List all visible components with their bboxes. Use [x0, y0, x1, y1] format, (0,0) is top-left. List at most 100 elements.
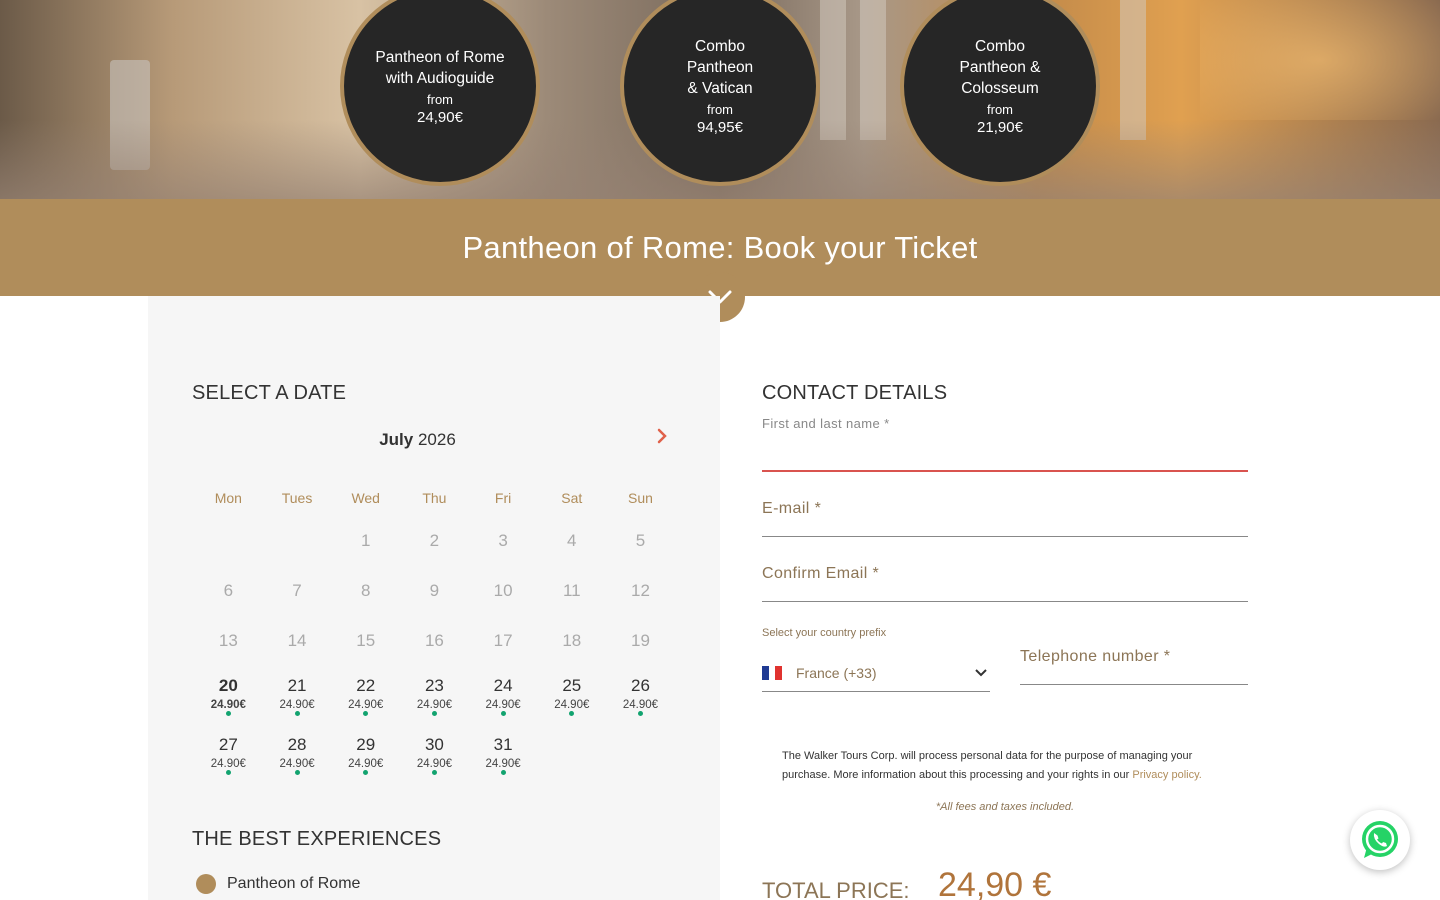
telephone-input[interactable]: Telephone number * — [1020, 648, 1248, 685]
weekday-label: Mon — [214, 490, 242, 506]
privacy-notice: The Walker Tours Corp. will process pers… — [782, 747, 1232, 785]
availability-dot — [294, 711, 300, 716]
privacy-policy-link[interactable]: Privacy policy. — [1132, 769, 1201, 781]
availability-dot — [431, 711, 437, 716]
day-number: 26 — [631, 676, 650, 695]
email-input[interactable]: E-mail * — [762, 500, 1248, 537]
calendar-day-disabled: 4 — [567, 531, 577, 550]
availability-dot — [225, 770, 231, 775]
day-price: 24.90€ — [554, 699, 590, 711]
calendar-day-available[interactable]: 30 24.90€ — [400, 735, 469, 794]
product-price: 24,90€ — [417, 108, 463, 126]
calendar-empty-cell — [263, 531, 332, 581]
day-number: 25 — [562, 676, 582, 695]
product-from-label: from — [427, 91, 453, 107]
availability-dot — [569, 711, 575, 716]
calendar-day-disabled: 13 — [218, 631, 238, 650]
calendar-weekdays: Mon Tues Wed Thu Fri Sat Sun — [194, 484, 675, 512]
availability-dot — [363, 770, 369, 775]
calendar-day-disabled: 2 — [429, 531, 440, 550]
day-price: 24.90€ — [485, 699, 521, 711]
day-price: 24.90€ — [416, 699, 452, 711]
calendar-day-disabled: 19 — [631, 631, 650, 650]
availability-dot — [500, 770, 506, 775]
contact-details-heading: CONTACT DETAILS — [762, 382, 948, 404]
calendar-day-available[interactable]: 24 24.90€ — [469, 676, 538, 735]
calendar-day-available[interactable]: 27 24.90€ — [194, 735, 263, 794]
day-number: 21 — [287, 676, 307, 695]
product-from-label: from — [707, 102, 733, 117]
weekday-label: Wed — [351, 490, 380, 506]
radio-selected-icon — [196, 874, 216, 894]
day-number: 30 — [424, 735, 444, 754]
weekday-label: Fri — [494, 490, 512, 506]
calendar-day-disabled: 14 — [287, 631, 307, 650]
day-price: 24.90€ — [279, 758, 315, 770]
calendar-week: 13 14 15 16 17 18 19 — [194, 631, 675, 676]
total-price-value: 24,90 € — [938, 866, 1052, 900]
availability-dot — [431, 770, 437, 775]
day-price: 24.90€ — [348, 758, 384, 770]
france-flag-icon — [762, 665, 783, 680]
calendar-day-available[interactable]: 23 24.90€ — [400, 676, 469, 735]
page-title: Pantheon of Rome: Book your Ticket — [462, 229, 978, 265]
calendar-day-available[interactable]: 25 24.90€ — [537, 676, 606, 735]
fees-note: *All fees and taxes included. — [935, 801, 1075, 813]
next-month-button[interactable] — [652, 426, 672, 446]
weekday-label: Sat — [561, 490, 583, 506]
email-placeholder: E-mail * — [762, 500, 822, 517]
best-experiences-heading: THE BEST EXPERIENCES — [192, 828, 442, 850]
chevron-right-icon — [657, 428, 667, 444]
whatsapp-button[interactable] — [1350, 810, 1410, 870]
availability-dot — [500, 711, 506, 716]
calendar-empty-cell — [606, 735, 675, 794]
calendar-week: 20 24.90€ 21 24.90€ 22 24.90€ 23 24.90€ … — [194, 676, 675, 735]
availability-dot — [363, 711, 369, 716]
experience-option-pantheon[interactable]: Pantheon of Rome — [196, 874, 360, 894]
calendar-day-disabled: 9 — [429, 581, 440, 600]
calendar-day-available[interactable]: 28 24.90€ — [263, 735, 332, 794]
calendar-week: 6 7 8 9 10 11 12 — [194, 581, 675, 631]
country-prefix-value: France (+33) — [796, 664, 877, 681]
availability-dot — [637, 711, 643, 716]
weekday-label: Tues — [281, 490, 313, 506]
calendar-year: 2026 — [417, 430, 456, 449]
calendar-empty-cell — [194, 531, 263, 581]
calendar-week: 1 2 3 4 5 — [194, 531, 675, 581]
product-from-label: from — [987, 102, 1013, 117]
confirm-email-placeholder: Confirm Email * — [762, 565, 880, 582]
calendar-day-disabled: 10 — [493, 581, 513, 600]
experience-label: Pantheon of Rome — [227, 875, 361, 892]
calendar-day-disabled: 17 — [493, 631, 513, 650]
telephone-placeholder: Telephone number * — [1020, 648, 1171, 665]
calendar-day-disabled: 18 — [562, 631, 582, 650]
calendar-day-available[interactable]: 26 24.90€ — [606, 676, 675, 735]
calendar-day-available[interactable]: 22 24.90€ — [331, 676, 400, 735]
day-number: 31 — [493, 735, 513, 754]
calendar-day-disabled: 3 — [498, 531, 508, 550]
calendar-day-available[interactable]: 31 24.90€ — [469, 735, 538, 794]
day-price: 24.90€ — [279, 699, 315, 711]
calendar-week: 27 24.90€ 28 24.90€ 29 24.90€ 30 24.90€ … — [194, 735, 675, 794]
calendar-day-available[interactable]: 29 24.90€ — [331, 735, 400, 794]
calendar-day-available[interactable]: 21 24.90€ — [263, 676, 332, 735]
calendar-day-selected[interactable]: 20 24.90€ — [194, 676, 263, 735]
calendar-day-disabled: 11 — [562, 581, 581, 600]
confirm-email-input[interactable]: Confirm Email * — [762, 565, 1248, 602]
calendar-day-disabled: 12 — [631, 581, 650, 600]
day-number: 28 — [287, 735, 307, 754]
calendar: Mon Tues Wed Thu Fri Sat Sun 1 2 3 4 5 6… — [194, 484, 675, 794]
day-price: 24.90€ — [485, 758, 521, 770]
country-prefix-select[interactable]: France (+33) — [762, 654, 990, 692]
calendar-day-disabled: 15 — [356, 631, 376, 650]
total-price-label: TOTAL PRICE: — [762, 878, 910, 900]
privacy-notice-text: The Walker Tours Corp. will process pers… — [782, 750, 1193, 781]
day-number: 24 — [493, 676, 513, 695]
name-input[interactable] — [762, 438, 1248, 472]
product-price: 94,95€ — [697, 119, 743, 136]
product-title: Combo Pantheon & Colosseum — [959, 38, 1041, 97]
calendar-day-disabled: 5 — [635, 531, 646, 550]
product-title: Combo Pantheon & Vatican — [686, 38, 754, 97]
calendar-day-disabled: 16 — [424, 631, 444, 650]
weekday-label: Sun — [628, 490, 653, 506]
